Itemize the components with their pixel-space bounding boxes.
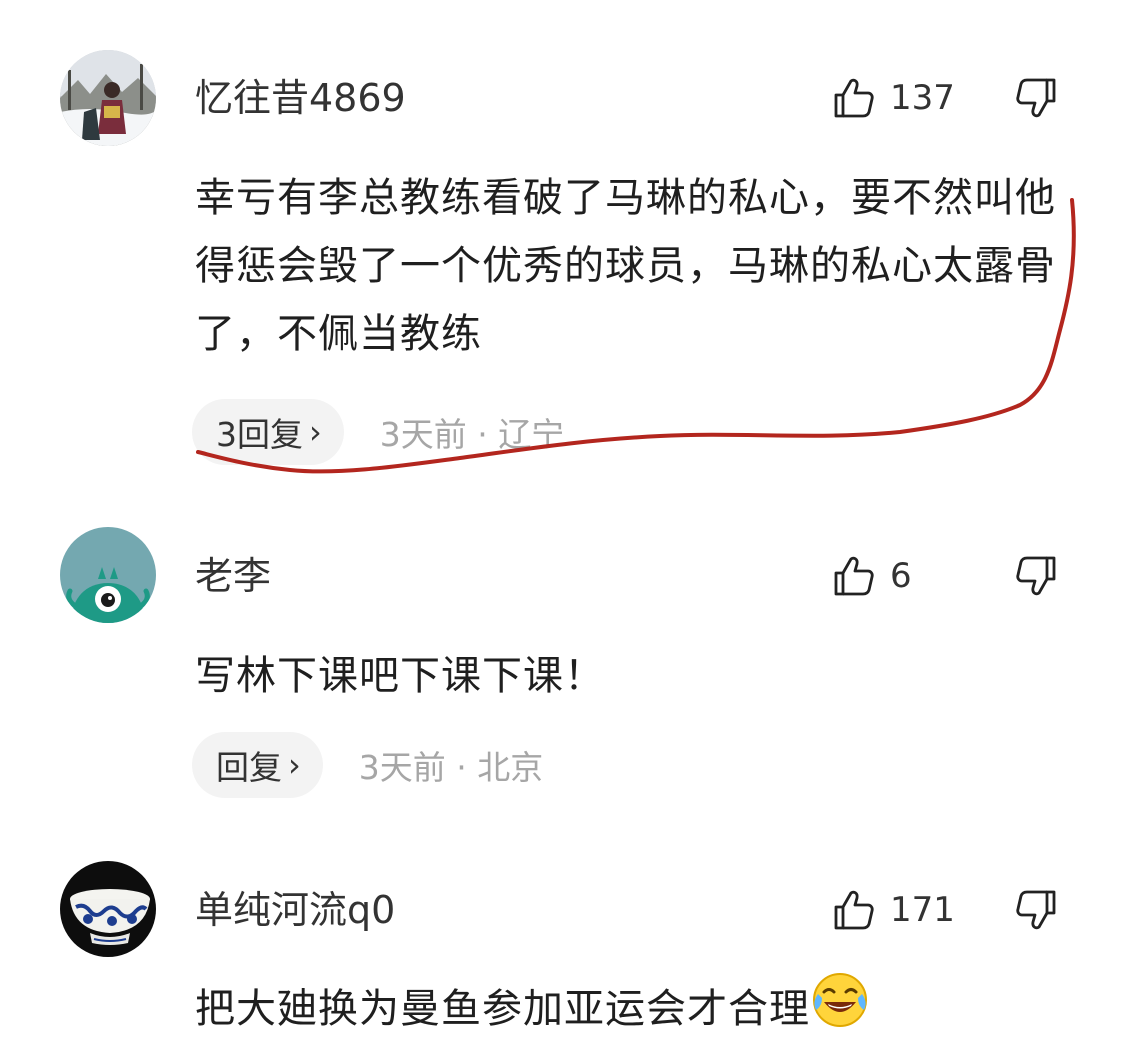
dislike-button[interactable]	[1014, 886, 1058, 934]
replies-button[interactable]: 3回复 ›	[192, 399, 344, 465]
thumbs-down-icon	[1016, 78, 1056, 118]
like-button[interactable]: 137	[832, 74, 955, 122]
thumbs-down-icon	[1016, 890, 1056, 930]
comment-text-row: 把大廸换为曼鱼参加亚运会才合理	[195, 970, 1075, 1043]
avatar[interactable]	[60, 50, 156, 146]
thumbs-up-icon	[834, 78, 874, 118]
porcelain-cup-avatar	[60, 861, 156, 957]
thumbs-up-icon	[834, 556, 874, 596]
laughing-crying-emoji	[813, 973, 867, 1027]
chevron-right-icon: ›	[309, 413, 322, 451]
replies-label: 3回复	[216, 415, 303, 454]
photo-avatar-snow	[60, 50, 156, 146]
comment-meta: 3回复 › 3天前 · 辽宁	[192, 399, 564, 465]
annotation-underline	[196, 198, 1076, 474]
username[interactable]: 忆往昔4869	[195, 76, 406, 120]
like-button[interactable]: 171	[832, 886, 955, 934]
thumbs-down-icon	[1016, 556, 1056, 596]
timestamp-location: 3天前 · 北京	[358, 748, 544, 787]
like-count: 6	[890, 556, 912, 596]
dislike-button[interactable]	[1014, 74, 1058, 122]
like-count: 171	[890, 890, 955, 930]
avatar[interactable]	[60, 861, 156, 957]
like-button[interactable]: 6	[832, 552, 912, 600]
avatar[interactable]	[60, 527, 156, 623]
comment-text: 幸亏有李总教练看破了马琳的私心，要不然叫他得惩会毁了一个优秀的球员，马琳的私心太…	[195, 175, 1056, 357]
green-monster-avatar	[60, 527, 156, 623]
comment-meta: 回复 › 3天前 · 北京	[192, 732, 543, 798]
timestamp-location: 3天前 · 辽宁	[379, 415, 565, 454]
chevron-right-icon: ›	[288, 746, 301, 784]
thumbs-up-icon	[834, 890, 874, 930]
dislike-button[interactable]	[1014, 552, 1058, 600]
reply-button[interactable]: 回复 ›	[192, 732, 323, 798]
comment-text: 写林下课吧下课下课！	[195, 653, 605, 699]
reply-label: 回复	[216, 748, 282, 787]
comment-text: 把大廸换为曼鱼参加亚运会才合理	[195, 986, 810, 1032]
username[interactable]: 单纯河流q0	[195, 888, 395, 932]
username[interactable]: 老李	[195, 554, 271, 598]
like-count: 137	[890, 78, 955, 118]
